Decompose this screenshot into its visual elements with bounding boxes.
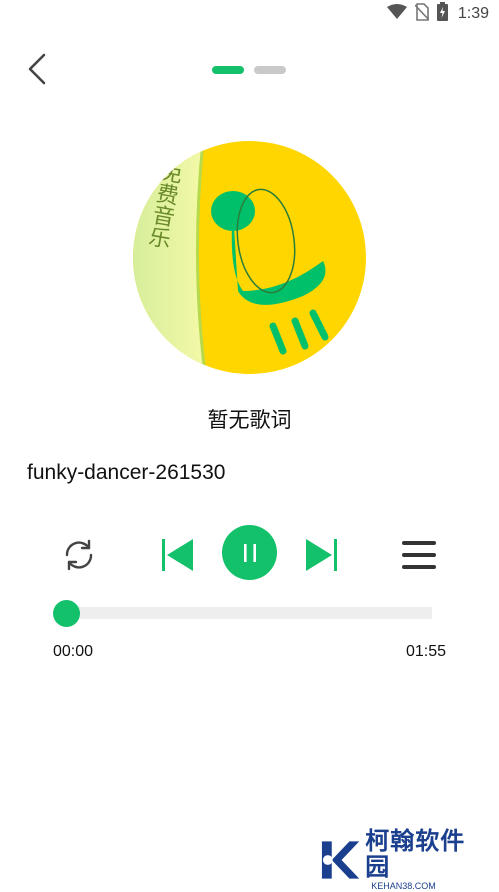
playlist-button[interactable]: [396, 532, 442, 578]
album-art: 免费音乐: [133, 141, 366, 374]
page-indicator: [212, 66, 286, 74]
pause-button[interactable]: [222, 525, 277, 580]
watermark-logo: 柯翰软件园 KEHAN38.COM: [318, 828, 488, 891]
next-button[interactable]: [302, 532, 342, 578]
next-icon: [306, 539, 337, 571]
status-icons: 1:39: [386, 2, 489, 26]
watermark-url: KEHAN38.COM: [371, 880, 436, 891]
k-logo-icon: [321, 841, 360, 879]
page-dot-active[interactable]: [212, 66, 244, 74]
wifi-icon: [386, 3, 407, 25]
chevron-left-icon: [28, 53, 46, 85]
no-sim-icon: [414, 2, 430, 26]
progress-track[interactable]: [62, 607, 432, 619]
time-total: 01:55: [405, 643, 446, 660]
page-dot-inactive[interactable]: [254, 66, 286, 74]
status-bar: 1:39: [0, 0, 499, 28]
track-title: funky-dancer-261530: [27, 461, 226, 484]
pause-icon: [243, 543, 256, 562]
repeat-button[interactable]: [56, 532, 102, 578]
playback-controls: [0, 524, 499, 584]
lyrics-placeholder: 暂无歌词: [207, 409, 292, 432]
previous-icon: [162, 539, 193, 571]
battery-charging-icon: [436, 2, 448, 26]
playlist-icon: [402, 541, 436, 569]
repeat-icon: [65, 539, 93, 571]
previous-button[interactable]: [157, 532, 197, 578]
time-current: 00:00: [53, 643, 94, 660]
watermark-text: 柯翰软件园: [365, 827, 466, 881]
back-button[interactable]: [20, 52, 54, 86]
status-time: 1:39: [457, 5, 489, 22]
progress-thumb[interactable]: [53, 600, 80, 627]
